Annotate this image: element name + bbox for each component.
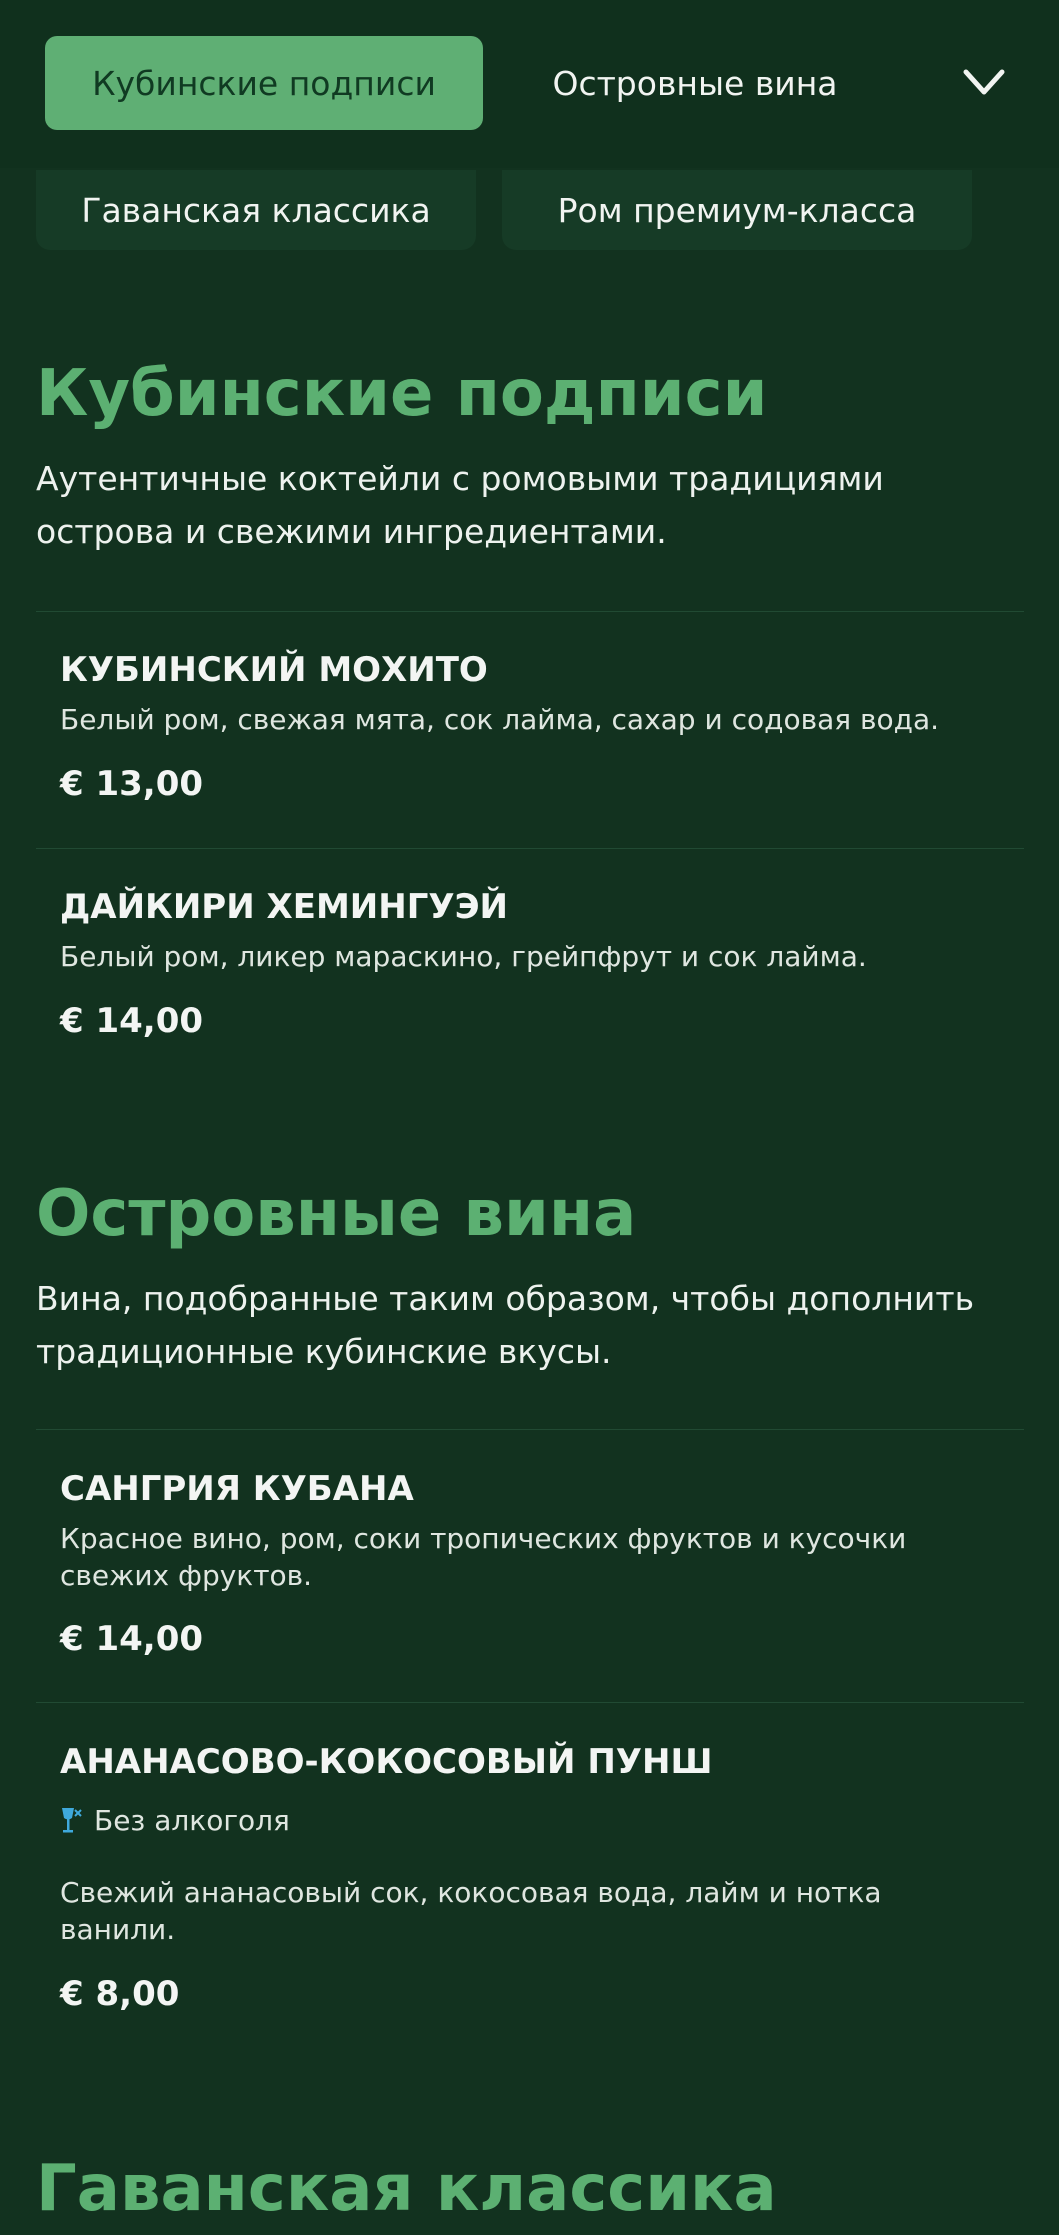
- non-alcoholic-badge: Без алкоголя: [60, 1804, 290, 1837]
- item-price: € 14,00: [60, 1001, 204, 1041]
- chevron-down-icon[interactable]: [960, 62, 1008, 102]
- item-description: Белый ром, ликер мараскино, грейпфрут и …: [60, 940, 867, 973]
- divider: [36, 1702, 1024, 1703]
- divider: [36, 1429, 1024, 1430]
- tab-havana-classics[interactable]: Гаванская классика: [36, 170, 476, 250]
- item-price: € 14,00: [60, 1619, 204, 1659]
- divider: [36, 611, 1024, 612]
- tab-island-wines[interactable]: Островные вина: [520, 36, 870, 130]
- section-title-havana-classics: Гаванская классика: [36, 2152, 777, 2226]
- item-description: Красное вино, ром, соки тропических фрук…: [60, 1522, 907, 1592]
- divider: [36, 848, 1024, 849]
- item-name: КУБИНСКИЙ МОХИТО: [60, 650, 488, 690]
- tab-premium-rum[interactable]: Ром премиум-класса: [502, 170, 972, 250]
- item-name: ДАЙКИРИ ХЕМИНГУЭЙ: [60, 887, 508, 927]
- item-name: АНАНАСОВО-КОКОСОВЫЙ ПУНШ: [60, 1742, 713, 1782]
- item-price: € 8,00: [60, 1974, 180, 2014]
- section-title-cuban-signatures: Кубинские подписи: [36, 357, 768, 431]
- section-title-island-wines: Островные вина: [36, 1177, 637, 1251]
- section-description: Вина, подобранные таким образом, чтобы д…: [36, 1279, 975, 1371]
- item-price: € 13,00: [60, 764, 204, 804]
- item-name: САНГРИЯ КУБАНА: [60, 1469, 414, 1509]
- section-description: Аутентичные коктейли с ромовыми традиция…: [36, 459, 884, 551]
- badge-label: Без алкоголя: [94, 1804, 290, 1837]
- item-description: Белый ром, свежая мята, сок лайма, сахар…: [60, 703, 940, 736]
- item-description: Свежий ананасовый сок, кокосовая вода, л…: [60, 1876, 882, 1946]
- tab-cuban-signatures[interactable]: Кубинские подписи: [45, 36, 483, 130]
- no-alcohol-icon: [62, 1807, 82, 1832]
